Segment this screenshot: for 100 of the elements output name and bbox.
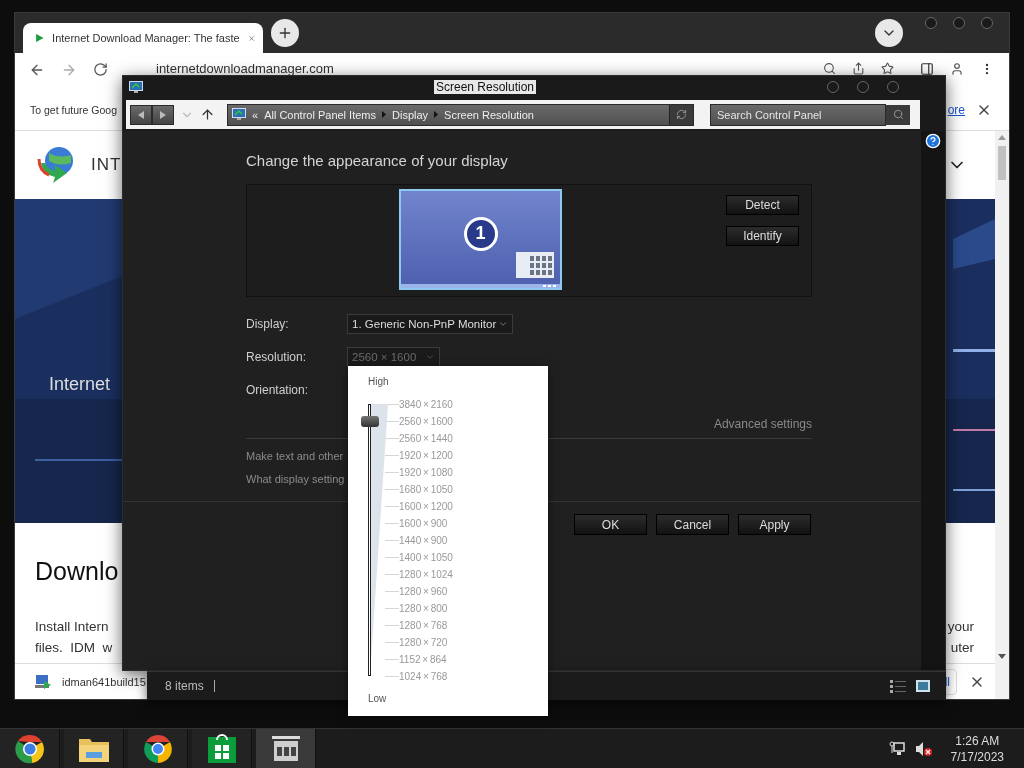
dropdown[interactable]: 1. Generic Non-PnP Monitor bbox=[347, 313, 513, 334]
low-label: Low bbox=[368, 692, 388, 706]
site-title: INT bbox=[91, 155, 122, 175]
window-button[interactable] bbox=[953, 17, 965, 29]
help-link[interactable]: What display setting bbox=[246, 470, 345, 488]
profile-icon[interactable] bbox=[950, 62, 964, 76]
search-field[interactable]: Search Control Panel bbox=[710, 103, 886, 126]
search-icon[interactable] bbox=[823, 62, 836, 75]
window-button[interactable] bbox=[857, 81, 869, 93]
refresh-button[interactable] bbox=[669, 104, 693, 125]
resolution-option[interactable]: 2560 × 1600 bbox=[399, 416, 453, 427]
field-label: Display: bbox=[246, 316, 290, 331]
forward-arrow-icon bbox=[160, 110, 166, 119]
browser-tab[interactable]: Internet Download Manager: The faste bbox=[23, 23, 263, 53]
resolution-option[interactable]: 1920 × 1080 bbox=[399, 467, 453, 478]
share-icon[interactable] bbox=[852, 62, 865, 75]
panel-button[interactable]: Detect bbox=[726, 195, 799, 215]
panel-button[interactable]: Identify bbox=[726, 226, 799, 246]
resolution-option[interactable]: 1680 × 1050 bbox=[399, 484, 453, 495]
side-panel-icon[interactable] bbox=[920, 62, 934, 76]
help-link[interactable]: Make text and other bbox=[246, 447, 344, 465]
help-icon[interactable] bbox=[925, 133, 941, 149]
field-label: Orientation: bbox=[246, 382, 310, 397]
cabinet-icon bbox=[270, 734, 301, 763]
back-arrow-icon bbox=[138, 110, 144, 119]
browser-icon bbox=[141, 732, 174, 765]
back-button[interactable] bbox=[130, 104, 152, 125]
taskbar-button[interactable] bbox=[256, 729, 316, 768]
breadcrumb-item[interactable]: All Control Panel Items bbox=[264, 108, 376, 121]
resolution-option[interactable]: 1600 × 1200 bbox=[399, 501, 453, 512]
page-heading: Downlo bbox=[35, 556, 119, 586]
resolution-option[interactable]: 1600 × 900 bbox=[399, 518, 448, 529]
resolution-option[interactable]: 1024 × 768 bbox=[399, 671, 448, 682]
tiles-view-icon[interactable] bbox=[916, 680, 930, 692]
taskbar-button[interactable] bbox=[128, 729, 188, 768]
monitor-icon bbox=[129, 80, 143, 94]
resolution-option[interactable]: 3840 × 2160 bbox=[399, 399, 453, 410]
refresh-icon bbox=[676, 109, 687, 120]
resolution-option[interactable]: 1280 × 960 bbox=[399, 586, 448, 597]
resolution-option[interactable]: 1280 × 720 bbox=[399, 637, 448, 648]
window-button[interactable] bbox=[925, 17, 937, 29]
window-button[interactable] bbox=[827, 81, 839, 93]
back-icon[interactable] bbox=[29, 62, 45, 78]
info-text: To get future Goog bbox=[30, 103, 117, 116]
keypad-icon bbox=[516, 252, 554, 278]
scrollbar[interactable] bbox=[995, 131, 1009, 699]
forward-button[interactable] bbox=[152, 104, 174, 125]
window-button[interactable] bbox=[981, 17, 993, 29]
body-text: uter bbox=[950, 639, 974, 657]
clock[interactable]: 1:26 AM 7/17/2023 bbox=[950, 732, 1004, 765]
resolution-option[interactable]: 2560 × 1440 bbox=[399, 433, 453, 444]
scroll-down-icon[interactable] bbox=[998, 654, 1006, 659]
reload-icon[interactable] bbox=[93, 62, 108, 77]
tab-list-button[interactable] bbox=[875, 19, 903, 47]
dialog-button[interactable]: Cancel bbox=[656, 514, 729, 535]
resolution-option[interactable]: 1440 × 900 bbox=[399, 535, 448, 546]
taskbar-button[interactable] bbox=[192, 729, 252, 768]
new-tab-button[interactable] bbox=[271, 19, 299, 47]
scroll-thumb[interactable] bbox=[998, 146, 1006, 180]
body-text: your bbox=[947, 618, 974, 636]
taskbar-button[interactable] bbox=[64, 729, 124, 768]
section-heading: Change the appearance of your display bbox=[246, 153, 509, 169]
dialog-button[interactable]: Apply bbox=[738, 514, 811, 535]
resolution-option[interactable]: 1280 × 768 bbox=[399, 620, 448, 631]
high-label: High bbox=[368, 375, 390, 389]
resolution-option[interactable]: 1400 × 1050 bbox=[399, 552, 453, 563]
monitor-icon bbox=[232, 108, 246, 121]
status-text: 8 items bbox=[165, 679, 204, 693]
installer-icon bbox=[34, 672, 52, 691]
info-link[interactable]: ore bbox=[947, 102, 965, 117]
window-button[interactable] bbox=[887, 81, 899, 93]
advanced-settings-link[interactable]: Advanced settings bbox=[713, 415, 812, 433]
star-icon[interactable] bbox=[881, 62, 894, 75]
breadcrumb-item[interactable]: Display bbox=[392, 108, 429, 121]
hero-text: Internet bbox=[49, 373, 111, 395]
details-view-icon[interactable] bbox=[890, 679, 906, 693]
window-title: Screen Resolution bbox=[433, 80, 537, 94]
search-icon[interactable] bbox=[892, 109, 904, 120]
resolution-option[interactable]: 1152 × 864 bbox=[399, 654, 447, 665]
volume-muted-icon[interactable] bbox=[914, 740, 933, 757]
resolution-option[interactable]: 1280 × 800 bbox=[399, 603, 448, 614]
resolution-option[interactable]: 1280 × 1024 bbox=[399, 569, 453, 580]
field-label: Resolution: bbox=[246, 349, 308, 364]
address-field[interactable]: internetdownloadmanager.com bbox=[156, 62, 334, 76]
taskbar-button[interactable] bbox=[0, 729, 60, 768]
address-bar[interactable]: « All Control Panel Items Display Screen Resolution bbox=[227, 103, 694, 126]
breadcrumb-arrow-icon bbox=[434, 111, 439, 118]
taskbar-strip-icon bbox=[401, 284, 560, 288]
monitor-thumbnail[interactable]: 1 bbox=[399, 189, 562, 290]
breadcrumb-arrow-icon bbox=[382, 111, 386, 118]
resolution-option[interactable]: 1920 × 1200 bbox=[399, 450, 453, 461]
body-text: Install Intern bbox=[35, 618, 109, 636]
browser-icon bbox=[13, 732, 46, 765]
monitor-number: 1 bbox=[463, 216, 498, 251]
dialog-button[interactable]: OK bbox=[574, 514, 647, 535]
plus-icon bbox=[277, 25, 293, 41]
slider-thumb[interactable] bbox=[361, 416, 379, 427]
breadcrumb-item[interactable]: Screen Resolution bbox=[444, 108, 534, 121]
breadcrumb-overflow: « bbox=[252, 108, 259, 121]
network-icon[interactable] bbox=[888, 740, 905, 757]
